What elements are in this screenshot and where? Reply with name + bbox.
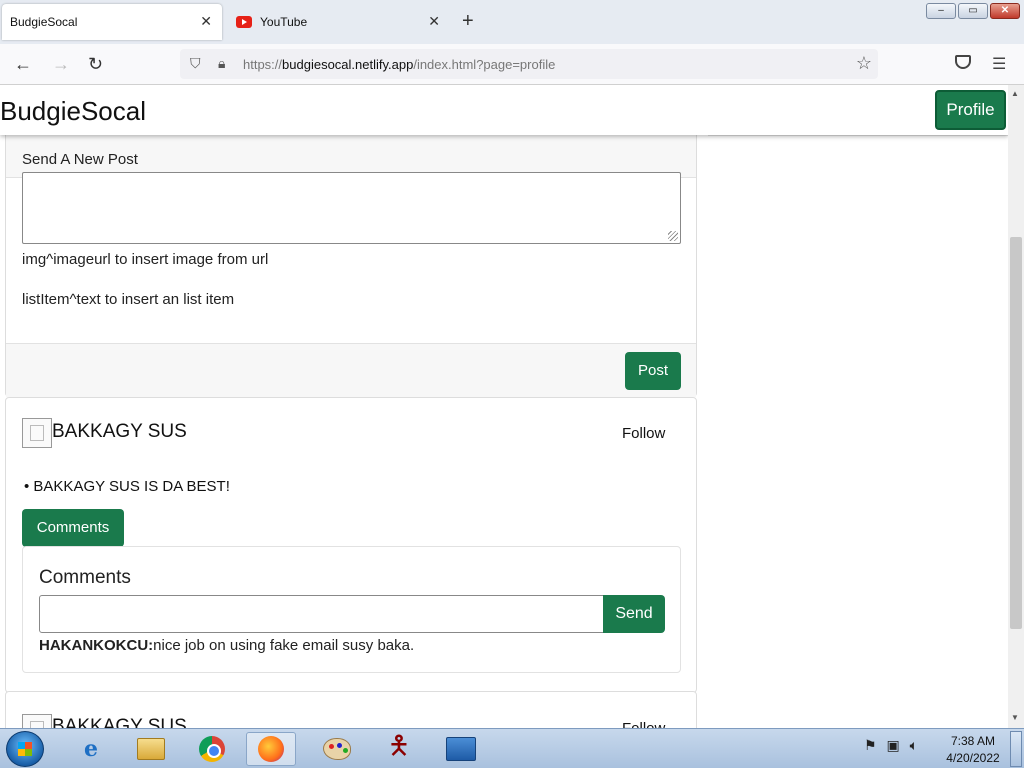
paint-icon[interactable] (312, 732, 362, 766)
hamburger-menu-icon[interactable]: ☰ (992, 54, 1006, 74)
comment-input[interactable] (39, 595, 604, 633)
tab-title: YouTube (260, 15, 308, 29)
comment-item: HAKANKOKCU:nice job on using fake email … (39, 637, 414, 654)
reload-icon[interactable]: ↻ (88, 54, 103, 74)
page-viewport: BudgieSocal Profile Send A New Post img^… (0, 85, 1008, 728)
hint-image: img^imageurl to insert image from url (22, 251, 269, 268)
forward-arrow-icon[interactable]: → (52, 54, 70, 74)
comment-author: HAKANKOKCU: (39, 637, 154, 654)
hint-list-item: listItem^text to insert an list item (22, 291, 235, 308)
url-bar[interactable]: ⛉ 🔒︎ https://budgiesocal.netlify.app/ind… (180, 49, 878, 79)
new-post-card: Send A New Post img^imageurl to insert i… (5, 120, 697, 397)
comments-title: Comments (39, 567, 131, 588)
pocket-icon[interactable] (955, 55, 971, 69)
file-explorer-icon[interactable] (126, 732, 176, 766)
post-username: BAKKAGY SUS (52, 421, 187, 442)
broken-image-avatar-icon (22, 418, 52, 448)
send-comment-button[interactable]: Send (603, 595, 665, 633)
profile-button[interactable]: Profile (935, 90, 1006, 130)
chrome-icon[interactable] (187, 732, 237, 766)
network-error-icon[interactable]: ⚑ (864, 737, 877, 753)
control-panel-icon[interactable] (436, 732, 486, 766)
broken-image-avatar-icon (22, 714, 52, 728)
resize-grip-icon[interactable] (668, 231, 678, 241)
system-tray: ⚑ ▣ 🔈︎ (864, 737, 924, 754)
new-post-card-footer: Post (6, 343, 696, 397)
show-desktop-button[interactable] (1010, 731, 1022, 767)
url-text[interactable]: https://budgiesocal.netlify.app/index.ht… (243, 57, 555, 72)
bookmark-star-icon[interactable]: ☆ (856, 53, 872, 74)
url-path: /index.html?page=profile (413, 57, 556, 72)
comments-panel: Comments Send HAKANKOKCU:nice job on usi… (22, 546, 681, 673)
shield-icon[interactable]: ⛉ (190, 55, 201, 72)
follow-button[interactable]: Follow (622, 720, 665, 728)
tab-close-icon[interactable]: ✕ (428, 14, 440, 28)
browser-tab-strip: BudgieSocal ✕ YouTube ✕ + – ▭ ✕ (0, 0, 1024, 44)
new-post-textarea[interactable] (22, 172, 681, 244)
volume-icon[interactable]: 🔈︎ (910, 737, 918, 753)
sidebar-divider (708, 135, 1008, 136)
stick-figure-icon[interactable]: 🯅 (374, 730, 424, 766)
vertical-scrollbar[interactable]: ▲ ▼ (1008, 85, 1024, 728)
tab-youtube[interactable]: YouTube ✕ (230, 4, 450, 40)
window-minimize-button[interactable]: – (926, 3, 956, 19)
scroll-down-icon[interactable]: ▼ (1011, 713, 1019, 722)
new-post-title: Send A New Post (22, 151, 138, 168)
feed-post: BAKKAGY SUS Follow (5, 691, 697, 728)
firefox-icon[interactable] (246, 732, 296, 766)
post-list-item: • BAKKAGY SUS IS DA BEST! (24, 478, 230, 495)
youtube-icon (236, 16, 252, 28)
tab-close-icon[interactable]: ✕ (200, 14, 212, 28)
url-prefix: https:// (243, 57, 283, 72)
window-close-button[interactable]: ✕ (990, 3, 1020, 19)
lock-icon[interactable]: 🔒︎ (218, 55, 225, 72)
start-button-icon[interactable] (6, 731, 44, 767)
scroll-thumb[interactable] (1010, 237, 1022, 629)
tab-budgiesocal[interactable]: BudgieSocal ✕ (2, 4, 222, 40)
comments-button[interactable]: Comments (22, 509, 124, 547)
scroll-up-icon[interactable]: ▲ (1011, 89, 1019, 98)
windows-taskbar: e 🯅 ⚑ ▣ 🔈︎ 7:38 AM 4/20/2022 (0, 728, 1024, 768)
window-maximize-button[interactable]: ▭ (958, 3, 988, 19)
clock-date[interactable]: 4/20/2022 (944, 751, 1002, 765)
tab-title: BudgieSocal (10, 15, 78, 29)
internet-explorer-icon[interactable]: e (66, 732, 116, 766)
feed-post: BAKKAGY SUS Follow • BAKKAGY SUS IS DA B… (5, 397, 697, 693)
browser-nav-bar: ← → ↻ ⛉ 🔒︎ https://budgiesocal.netlify.a… (0, 44, 1024, 85)
post-username: BAKKAGY SUS (52, 716, 187, 728)
back-arrow-icon[interactable]: ← (14, 54, 32, 74)
follow-button[interactable]: Follow (622, 425, 665, 442)
new-tab-button[interactable]: + (462, 11, 474, 31)
site-brand[interactable]: BudgieSocal (0, 96, 146, 127)
site-header: BudgieSocal Profile (0, 85, 1008, 135)
clock-time[interactable]: 7:38 AM (946, 734, 1000, 748)
post-list-item-text: BAKKAGY SUS IS DA BEST! (33, 478, 230, 495)
network-icon[interactable]: ▣ (886, 737, 899, 753)
url-host: budgiesocal.netlify.app (282, 57, 414, 72)
post-button[interactable]: Post (625, 352, 681, 390)
comment-text: nice job on using fake email susy baka. (153, 637, 415, 654)
